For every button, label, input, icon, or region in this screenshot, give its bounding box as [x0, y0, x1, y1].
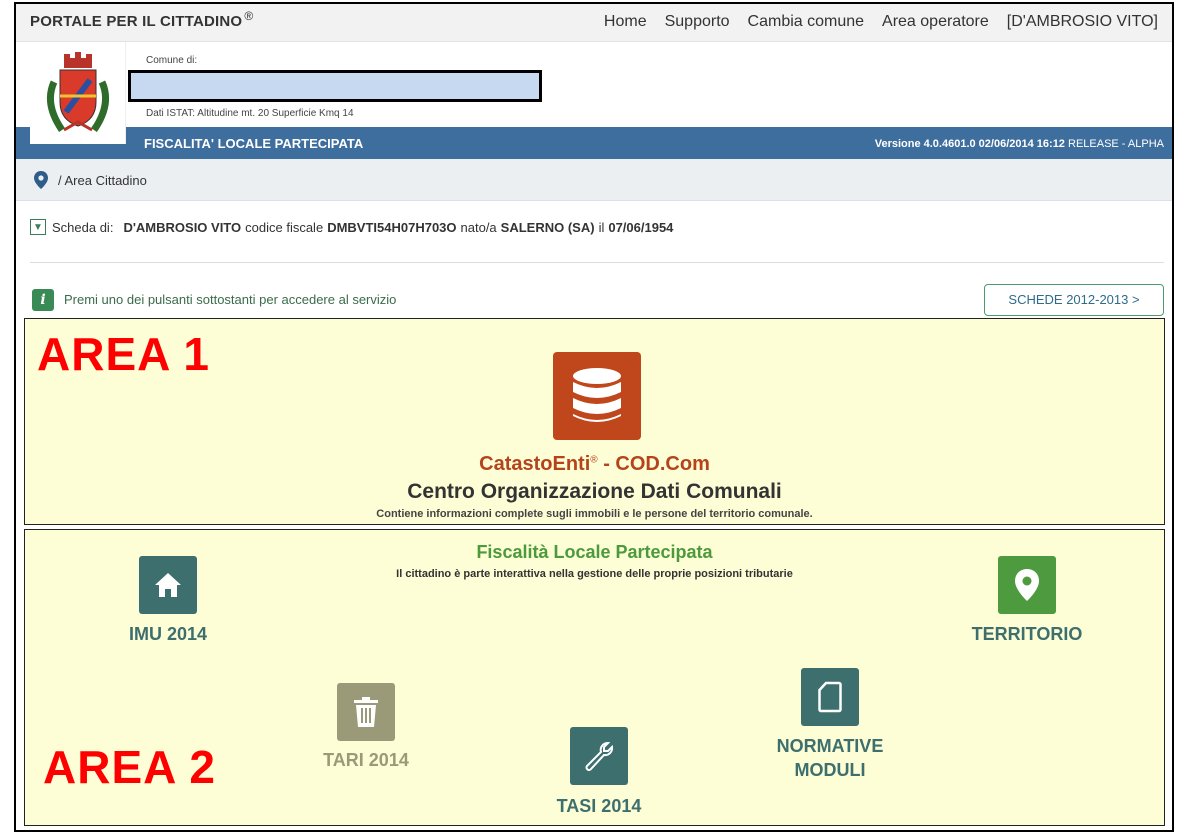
born-label: nato/a [460, 219, 497, 235]
browser-frame: PORTALE PER IL CITTADINO ® Home Supporto … [14, 2, 1174, 832]
territorio-tile[interactable] [998, 556, 1056, 614]
coat-of-arms-logo [46, 52, 110, 132]
portal-brand[interactable]: PORTALE PER IL CITTADINO ® [30, 9, 253, 30]
catasto-suffix: - COD.Com [597, 453, 710, 475]
tari-label[interactable]: TARI 2014 [301, 748, 431, 772]
release-text: RELEASE - ALPHA [1068, 138, 1164, 150]
wrench-icon [585, 742, 614, 771]
imu-tile[interactable] [139, 556, 197, 614]
codice-fiscale: DMBVTI54H07H703O [327, 219, 457, 235]
comune-label: Comune di: [146, 55, 198, 66]
breadcrumb-text[interactable]: / Area Cittadino [58, 173, 147, 188]
comune-logo [30, 42, 126, 144]
nav-change-comune-link[interactable]: Cambia comune [748, 13, 865, 31]
trash-icon [354, 697, 378, 727]
area-1: AREA 1 CatastoEnti® - COD.Com Centro Org… [24, 318, 1165, 525]
top-nav: PORTALE PER IL CITTADINO ® Home Supporto … [16, 4, 1172, 42]
toggle-down-icon[interactable]: ▼ [30, 219, 46, 235]
database-icon[interactable] [553, 352, 641, 440]
date-label: il [598, 219, 605, 235]
comune-name-redacted [128, 70, 542, 102]
area-2-label: AREA 2 [43, 741, 216, 793]
location-pin-icon [1015, 569, 1039, 601]
section-bar: FISCALITA' LOCALE PARTECIPATA Versione 4… [16, 127, 1172, 159]
citizen-record: ▼ Scheda di: D'AMBROSIO VITO codice fisc… [30, 219, 673, 235]
scheda-label: Scheda di: [52, 219, 114, 235]
normative-label-line1: NORMATIVE [776, 736, 884, 756]
catasto-subtitle: Centro Organizzazione Dati Comunali [407, 480, 782, 503]
normative-label-line2: MODULI [794, 760, 866, 780]
territorio-label[interactable]: TERRITORIO [947, 622, 1107, 646]
birth-date: 07/06/1954 [608, 219, 674, 235]
nav-operator-area-link[interactable]: Area operatore [882, 13, 989, 31]
tasi-tile[interactable] [570, 727, 628, 785]
catasto-description: Contiene informazioni complete sugli imm… [376, 508, 813, 520]
home-icon [155, 573, 181, 597]
normative-tile[interactable] [801, 668, 859, 726]
version-info: Versione 4.0.4601.0 02/06/2014 16:12 REL… [875, 138, 1164, 150]
schede-2012-2013-button[interactable]: SCHEDE 2012-2013 > [984, 284, 1164, 316]
map-pin-icon [34, 171, 48, 189]
citizen-name: D'AMBROSIO VITO [123, 219, 242, 235]
nav-home-link[interactable]: Home [604, 13, 647, 31]
nav-links: Home Supporto Cambia comune Area operato… [604, 13, 1158, 31]
info-text: Premi uno dei pulsanti sottostanti per a… [64, 292, 397, 307]
tari-tile[interactable] [337, 683, 395, 741]
tasi-label[interactable]: TASI 2014 [534, 794, 664, 818]
divider [30, 262, 1164, 263]
brand-text: PORTALE PER IL CITTADINO [30, 13, 243, 30]
area-2: Fiscalità Locale Partecipata Il cittadin… [24, 529, 1165, 826]
section-title: FISCALITA' LOCALE PARTECIPATA [144, 136, 364, 151]
version-text: Versione 4.0.4601.0 02/06/2014 16:12 [874, 138, 1065, 150]
nav-user-link[interactable]: [D'AMBROSIO VITO] [1007, 13, 1158, 31]
info-icon: i [32, 289, 54, 311]
normative-label[interactable]: NORMATIVE MODULI [740, 734, 920, 782]
nav-support-link[interactable]: Supporto [665, 13, 730, 31]
istat-info: Dati ISTAT: Altitudine mt. 20 Superficie… [146, 108, 354, 119]
document-icon [818, 681, 842, 713]
cf-label: codice fiscale [245, 219, 324, 235]
brand-registered-mark: ® [244, 9, 254, 23]
breadcrumb: / Area Cittadino [16, 159, 1172, 201]
catasto-registered-mark: ® [590, 454, 598, 466]
catasto-title[interactable]: CatastoEnti® - COD.Com [25, 453, 1164, 476]
area-1-label: AREA 1 [37, 328, 210, 380]
imu-label[interactable]: IMU 2014 [103, 622, 233, 646]
catasto-name: CatastoEnti [479, 453, 591, 475]
database-glyph [573, 368, 621, 422]
birth-place: SALERNO (SA) [500, 219, 595, 235]
